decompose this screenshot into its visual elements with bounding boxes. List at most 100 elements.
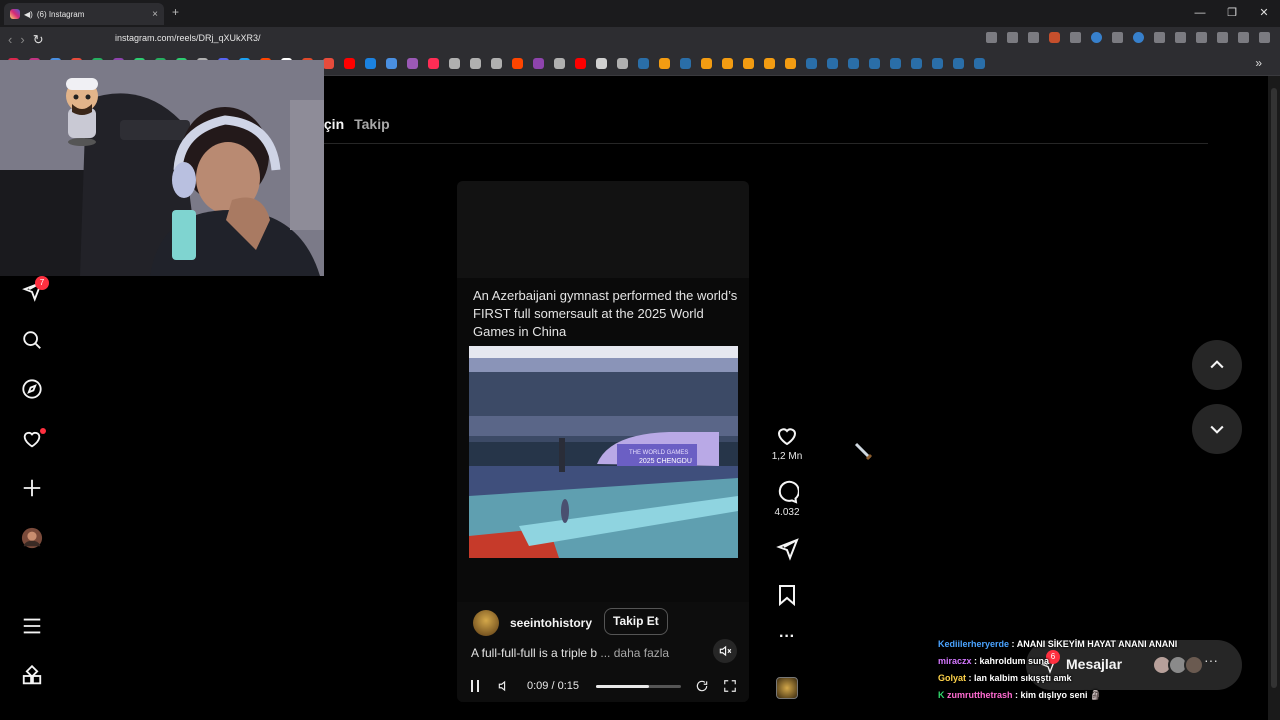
bookmark-icon[interactable] bbox=[722, 58, 733, 69]
bookmark-icon[interactable] bbox=[890, 58, 901, 69]
more-bookmarks-icon[interactable]: » bbox=[1255, 56, 1262, 70]
bookmark-icon[interactable] bbox=[575, 58, 586, 69]
extension-icon[interactable] bbox=[1070, 32, 1081, 43]
browser-tab[interactable]: ◀) (6) Instagram × bbox=[4, 3, 164, 25]
bookmark-icon[interactable] bbox=[953, 58, 964, 69]
instagram-favicon-icon bbox=[10, 9, 20, 19]
video-time: 0:09 / 0:15 bbox=[527, 680, 579, 692]
bookmark-icon[interactable] bbox=[827, 58, 838, 69]
mute-button[interactable] bbox=[713, 639, 737, 663]
save-action[interactable] bbox=[772, 583, 802, 607]
sticker-character bbox=[66, 78, 98, 146]
more-options-icon[interactable]: ··· bbox=[779, 629, 795, 645]
extension-icon[interactable] bbox=[1133, 32, 1144, 43]
extension-icon[interactable] bbox=[1112, 32, 1123, 43]
chevron-up-icon bbox=[1210, 360, 1224, 369]
chat-user: Golyat bbox=[938, 673, 967, 683]
bookmark-icon[interactable] bbox=[743, 58, 754, 69]
extension-icon[interactable] bbox=[1154, 32, 1165, 43]
bookmark-icon[interactable] bbox=[701, 58, 712, 69]
reel-footer: seeintohistory Takip Et A full-full-full… bbox=[457, 602, 749, 702]
chat-user: Kediilerheryerde bbox=[938, 639, 1010, 649]
new-tab-button[interactable]: + bbox=[172, 5, 179, 19]
speaker-icon[interactable]: ◀) bbox=[24, 10, 33, 19]
bookmark-icon[interactable] bbox=[638, 58, 649, 69]
chat-message: miraczx : kahroldum suna bbox=[938, 656, 1050, 666]
messages-more-icon[interactable]: ··· bbox=[1204, 652, 1218, 668]
send-icon bbox=[776, 538, 799, 561]
extension-icons bbox=[986, 32, 1270, 43]
zoom-icon[interactable] bbox=[986, 32, 997, 43]
extension-icon[interactable] bbox=[1175, 32, 1186, 43]
search-icon[interactable] bbox=[20, 328, 44, 352]
bookmark-icon[interactable] bbox=[596, 58, 607, 69]
bookmark-icon[interactable] bbox=[911, 58, 922, 69]
author-avatar[interactable] bbox=[473, 610, 499, 636]
maximize-button[interactable]: ❐ bbox=[1216, 0, 1248, 27]
puzzle-icon[interactable] bbox=[1196, 32, 1207, 43]
previous-reel-button[interactable] bbox=[1192, 340, 1242, 390]
more-link[interactable]: ... daha fazla bbox=[600, 646, 669, 660]
next-reel-button[interactable] bbox=[1192, 404, 1242, 454]
bookmark-icon[interactable] bbox=[428, 58, 439, 69]
page-scrollbar[interactable] bbox=[1268, 76, 1280, 720]
bookmark-icon[interactable] bbox=[617, 58, 628, 69]
reload-icon[interactable]: ↻ bbox=[33, 32, 44, 48]
url-field[interactable]: instagram.com/reels/DRj_qXUkXR3/ bbox=[115, 33, 261, 43]
profile-avatar[interactable] bbox=[20, 526, 44, 550]
bookmark-icon[interactable] bbox=[365, 58, 376, 69]
bookmark-icon[interactable] bbox=[470, 58, 481, 69]
bookmark-icon[interactable] bbox=[932, 58, 943, 69]
more-apps-icon[interactable] bbox=[20, 664, 44, 688]
bookmark-icon[interactable] bbox=[491, 58, 502, 69]
back-icon[interactable]: ‹ bbox=[8, 32, 12, 48]
bookmark-icon[interactable] bbox=[785, 58, 796, 69]
close-window-button[interactable]: ✕ bbox=[1248, 0, 1280, 27]
bookmark-icon[interactable] bbox=[680, 58, 691, 69]
bookmark-icon[interactable] bbox=[449, 58, 460, 69]
share-action[interactable] bbox=[772, 537, 802, 561]
webcam-overlay bbox=[0, 60, 324, 276]
like-action[interactable]: 1,2 Mn bbox=[772, 424, 802, 462]
more-action[interactable]: ··· bbox=[772, 629, 802, 645]
reel-card[interactable]: An Azerbaijani gymnast performed the wor… bbox=[457, 181, 749, 702]
venue-logo-top: THE WORLD GAMES bbox=[629, 450, 688, 456]
sidebar-icon[interactable] bbox=[1217, 32, 1228, 43]
extension-icon[interactable] bbox=[1091, 32, 1102, 43]
explore-icon[interactable] bbox=[20, 377, 44, 401]
bookmark-icon[interactable] bbox=[344, 58, 355, 69]
bookmark-icon[interactable] bbox=[512, 58, 523, 69]
bookmark-icon[interactable] bbox=[764, 58, 775, 69]
hamburger-menu-icon[interactable] bbox=[20, 614, 44, 638]
heart-icon bbox=[777, 428, 797, 446]
cast-icon[interactable] bbox=[1007, 32, 1018, 43]
share-icon[interactable] bbox=[1028, 32, 1039, 43]
bookmark-icon[interactable] bbox=[533, 58, 544, 69]
bookmark-icon[interactable] bbox=[407, 58, 418, 69]
playlist-icon[interactable] bbox=[1238, 32, 1249, 43]
chat-user: zumrutthetrash bbox=[947, 690, 1013, 700]
audio-thumbnail[interactable] bbox=[776, 677, 798, 699]
bookmark-icon[interactable] bbox=[386, 58, 397, 69]
bookmark-icon[interactable] bbox=[848, 58, 859, 69]
reel-content: An Azerbaijani gymnast performed the wor… bbox=[457, 278, 749, 602]
brave-shield-icon[interactable] bbox=[1049, 32, 1060, 43]
bookmark-icon[interactable] bbox=[554, 58, 565, 69]
minimize-button[interactable]: — bbox=[1184, 0, 1216, 27]
bookmark-icon[interactable] bbox=[869, 58, 880, 69]
forward-icon[interactable]: › bbox=[20, 32, 24, 48]
pause-icon bbox=[471, 680, 479, 692]
create-plus-icon[interactable] bbox=[20, 476, 44, 500]
comment-action[interactable]: 4.032 bbox=[772, 480, 802, 518]
tab-following[interactable]: Takip bbox=[354, 116, 390, 132]
tab-close-icon[interactable]: × bbox=[152, 9, 158, 20]
video-progress-bar[interactable] bbox=[596, 685, 681, 688]
menu-icon[interactable] bbox=[1259, 32, 1270, 43]
bookmark-icon[interactable] bbox=[806, 58, 817, 69]
bookmark-icon[interactable] bbox=[323, 58, 334, 69]
bookmark-icon[interactable] bbox=[974, 58, 985, 69]
bookmark-icon[interactable] bbox=[659, 58, 670, 69]
gymnastics-video[interactable]: THE WORLD GAMES 2025 CHENGDU bbox=[469, 346, 738, 558]
author-name[interactable]: seeintohistory bbox=[510, 616, 592, 630]
follow-button[interactable]: Takip Et bbox=[604, 608, 668, 635]
